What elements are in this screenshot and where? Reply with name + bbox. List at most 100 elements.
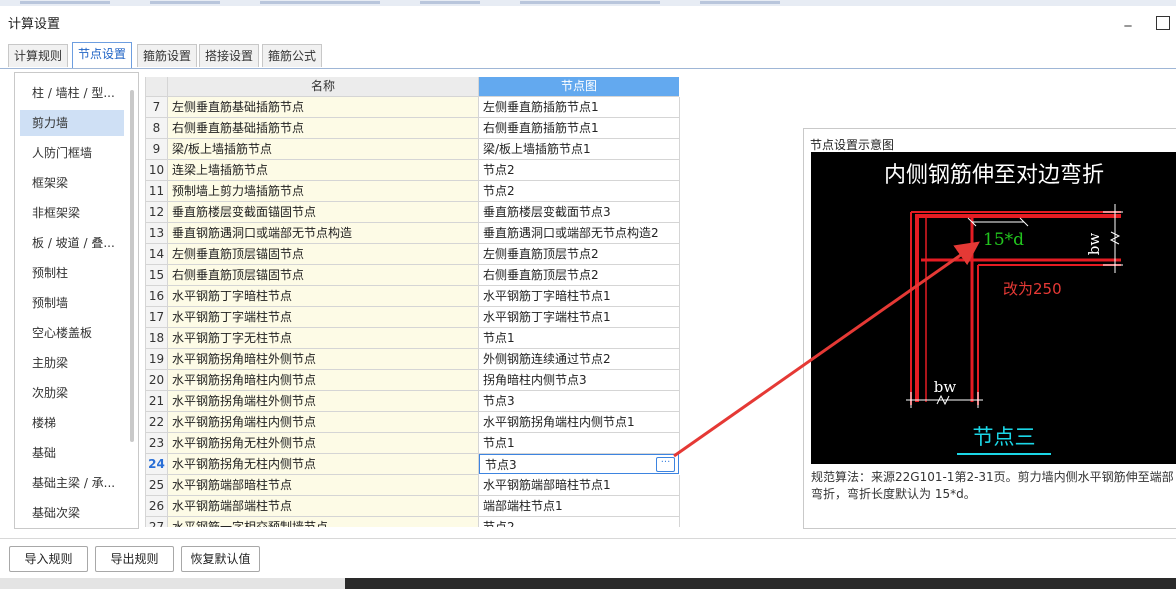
- table-row[interactable]: 21 水平钢筋拐角端柱外侧节点 节点3: [146, 391, 680, 412]
- sidebar-scrollbar[interactable]: [130, 90, 134, 442]
- row-number[interactable]: 27: [146, 517, 168, 527]
- sidebar-item-civil-defense-door-wall[interactable]: 人防门框墙: [20, 140, 124, 166]
- row-name-cell[interactable]: 水平钢筋拐角无柱内侧节点: [168, 454, 479, 475]
- row-node-cell[interactable]: 水平钢筋丁字端柱节点1: [479, 307, 680, 328]
- row-number[interactable]: 16: [146, 286, 168, 307]
- table-row[interactable]: 10 连梁上墙插筋节点 节点2: [146, 160, 680, 181]
- row-node-cell[interactable]: 节点2: [479, 517, 680, 527]
- tab-node-settings[interactable]: 节点设置: [72, 42, 133, 68]
- row-node-cell[interactable]: 节点2: [479, 160, 680, 181]
- row-node-cell[interactable]: 水平钢筋丁字暗柱节点1: [479, 286, 680, 307]
- row-number[interactable]: 19: [146, 349, 168, 370]
- table-row[interactable]: 19 水平钢筋拐角暗柱外侧节点 外侧钢筋连续通过节点2: [146, 349, 680, 370]
- table-row[interactable]: 20 水平钢筋拐角暗柱内侧节点 拐角暗柱内侧节点3: [146, 370, 680, 391]
- row-node-cell[interactable]: 左侧垂直筋顶层节点2: [479, 244, 680, 265]
- row-number[interactable]: 11: [146, 181, 168, 202]
- row-node-cell[interactable]: 水平钢筋端部暗柱节点1: [479, 475, 680, 496]
- row-number[interactable]: 23: [146, 433, 168, 454]
- row-node-cell[interactable]: 节点3: [479, 391, 680, 412]
- row-name-cell[interactable]: 预制墙上剪力墙插筋节点: [168, 181, 479, 202]
- row-name-cell[interactable]: 水平钢筋拐角无柱外侧节点: [168, 433, 479, 454]
- sidebar-item-shear-wall[interactable]: 剪力墙: [20, 110, 124, 136]
- table-row[interactable]: 22 水平钢筋拐角端柱内侧节点 水平钢筋拐角端柱内侧节点1: [146, 412, 680, 433]
- sidebar-item-stair[interactable]: 楼梯: [20, 410, 124, 436]
- sidebar-item-non-frame-beam[interactable]: 非框架梁: [20, 200, 124, 226]
- sidebar-item-slab[interactable]: 板 / 坡道 / 叠...: [20, 230, 124, 256]
- row-number[interactable]: 17: [146, 307, 168, 328]
- table-row[interactable]: 26 水平钢筋端部端柱节点 端部端柱节点1: [146, 496, 680, 517]
- tab-stirrup-formula[interactable]: 箍筋公式: [262, 44, 323, 67]
- row-number[interactable]: 14: [146, 244, 168, 265]
- sidebar-item-secondary-rib-beam[interactable]: 次肋梁: [20, 380, 124, 406]
- row-number[interactable]: 9: [146, 139, 168, 160]
- row-name-cell[interactable]: 水平钢筋端部暗柱节点: [168, 475, 479, 496]
- sidebar-item-foundation[interactable]: 基础: [20, 440, 124, 466]
- table-row[interactable]: 13 垂直钢筋遇洞口或端部无节点构造 垂直筋遇洞口或端部无节点构造2: [146, 223, 680, 244]
- sidebar-item-foundation-main-beam[interactable]: 基础主梁 / 承...: [20, 470, 124, 496]
- row-number[interactable]: 10: [146, 160, 168, 181]
- row-node-cell[interactable]: 左侧垂直筋插筋节点1: [479, 97, 680, 118]
- tab-lap-settings[interactable]: 搭接设置: [199, 44, 260, 67]
- row-name-cell[interactable]: 水平钢筋拐角端柱内侧节点: [168, 412, 479, 433]
- row-name-cell[interactable]: 左侧垂直筋顶层锚固节点: [168, 244, 479, 265]
- row-number[interactable]: 13: [146, 223, 168, 244]
- row-name-cell[interactable]: 右侧垂直筋顶层锚固节点: [168, 265, 479, 286]
- table-row[interactable]: 14 左侧垂直筋顶层锚固节点 左侧垂直筋顶层节点2: [146, 244, 680, 265]
- row-node-cell[interactable]: 外侧钢筋连续通过节点2: [479, 349, 680, 370]
- row-node-cell[interactable]: 垂直筋遇洞口或端部无节点构造2: [479, 223, 680, 244]
- table-row[interactable]: 24 水平钢筋拐角无柱内侧节点 节点3 ···: [146, 454, 680, 475]
- row-name-cell[interactable]: 左侧垂直筋基础插筋节点: [168, 97, 479, 118]
- row-number[interactable]: 15: [146, 265, 168, 286]
- sidebar-item-foundation-secondary-beam[interactable]: 基础次梁: [20, 500, 124, 526]
- row-number[interactable]: 8: [146, 118, 168, 139]
- row-number[interactable]: 21: [146, 391, 168, 412]
- row-name-cell[interactable]: 水平钢筋一字相交预制墙节点: [168, 517, 479, 527]
- row-node-cell[interactable]: 节点2: [479, 181, 680, 202]
- sidebar-item-precast-column[interactable]: 预制柱: [20, 260, 124, 286]
- table-row[interactable]: 16 水平钢筋丁字暗柱节点 水平钢筋丁字暗柱节点1: [146, 286, 680, 307]
- row-node-cell[interactable]: 端部端柱节点1: [479, 496, 680, 517]
- row-node-cell[interactable]: 水平钢筋拐角端柱内侧节点1: [479, 412, 680, 433]
- sidebar-item-column[interactable]: 柱 / 墙柱 / 型...: [20, 80, 124, 106]
- table-row[interactable]: 17 水平钢筋丁字端柱节点 水平钢筋丁字端柱节点1: [146, 307, 680, 328]
- row-node-cell[interactable]: 梁/板上墙插筋节点1: [479, 139, 680, 160]
- table-row[interactable]: 18 水平钢筋丁字无柱节点 节点1: [146, 328, 680, 349]
- row-number[interactable]: 24: [146, 454, 168, 475]
- row-name-cell[interactable]: 连梁上墙插筋节点: [168, 160, 479, 181]
- table-row[interactable]: 15 右侧垂直筋顶层锚固节点 右侧垂直筋顶层节点2: [146, 265, 680, 286]
- row-name-cell[interactable]: 水平钢筋拐角端柱外侧节点: [168, 391, 479, 412]
- row-name-cell[interactable]: 垂直筋楼层变截面锚固节点: [168, 202, 479, 223]
- export-rules-button[interactable]: 导出规则: [95, 546, 174, 572]
- maximize-button[interactable]: [1156, 16, 1170, 30]
- column-header-name[interactable]: 名称: [168, 77, 479, 97]
- table-row[interactable]: 11 预制墙上剪力墙插筋节点 节点2: [146, 181, 680, 202]
- tab-stirrup-settings[interactable]: 箍筋设置: [137, 44, 198, 67]
- row-name-cell[interactable]: 水平钢筋拐角暗柱内侧节点: [168, 370, 479, 391]
- table-row[interactable]: 9 梁/板上墙插筋节点 梁/板上墙插筋节点1: [146, 139, 680, 160]
- table-row[interactable]: 8 右侧垂直筋基础插筋节点 右侧垂直筋插筋节点1: [146, 118, 680, 139]
- row-number[interactable]: 25: [146, 475, 168, 496]
- row-node-cell[interactable]: 拐角暗柱内侧节点3: [479, 370, 680, 391]
- row-name-cell[interactable]: 水平钢筋丁字暗柱节点: [168, 286, 479, 307]
- table-row[interactable]: 27 水平钢筋一字相交预制墙节点 节点2: [146, 517, 680, 527]
- row-number[interactable]: 12: [146, 202, 168, 223]
- row-node-cell[interactable]: 右侧垂直筋插筋节点1: [479, 118, 680, 139]
- row-node-cell[interactable]: 垂直筋楼层变截面节点3: [479, 202, 680, 223]
- row-name-cell[interactable]: 水平钢筋端部端柱节点: [168, 496, 479, 517]
- minimize-button[interactable]: _: [1120, 12, 1136, 28]
- row-name-cell[interactable]: 右侧垂直筋基础插筋节点: [168, 118, 479, 139]
- row-name-cell[interactable]: 梁/板上墙插筋节点: [168, 139, 479, 160]
- table-row[interactable]: 12 垂直筋楼层变截面锚固节点 垂直筋楼层变截面节点3: [146, 202, 680, 223]
- row-name-cell[interactable]: 垂直钢筋遇洞口或端部无节点构造: [168, 223, 479, 244]
- row-name-cell[interactable]: 水平钢筋丁字无柱节点: [168, 328, 479, 349]
- row-number[interactable]: 18: [146, 328, 168, 349]
- sidebar-item-precast-wall[interactable]: 预制墙: [20, 290, 124, 316]
- row-node-cell[interactable]: 右侧垂直筋顶层节点2: [479, 265, 680, 286]
- row-name-cell[interactable]: 水平钢筋拐角暗柱外侧节点: [168, 349, 479, 370]
- table-row[interactable]: 25 水平钢筋端部暗柱节点 水平钢筋端部暗柱节点1: [146, 475, 680, 496]
- row-node-cell[interactable]: 节点1: [479, 433, 680, 454]
- sidebar-item-hollow-slab[interactable]: 空心楼盖板: [20, 320, 124, 346]
- row-node-cell[interactable]: 节点1: [479, 328, 680, 349]
- node-picker-ellipsis-button[interactable]: ···: [656, 457, 675, 472]
- import-rules-button[interactable]: 导入规则: [9, 546, 88, 572]
